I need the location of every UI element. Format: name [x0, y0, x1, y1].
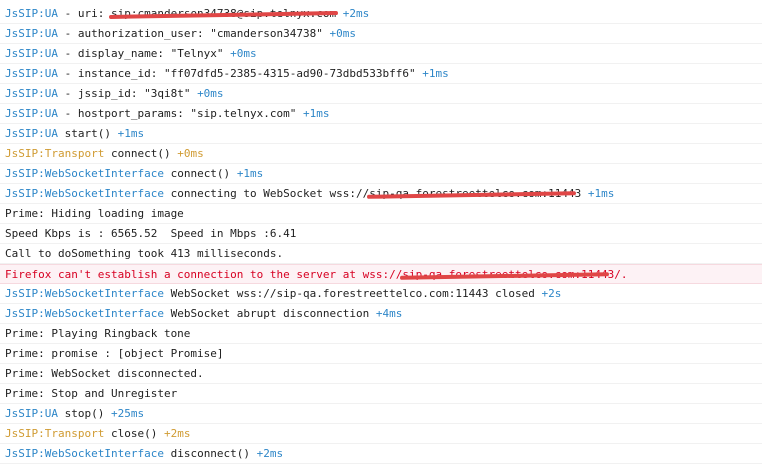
- console-log-row[interactable]: Call to doSomething took 413 millisecond…: [0, 244, 762, 264]
- log-message: - display_name: "Telnyx": [57, 47, 231, 60]
- console-log-row[interactable]: Prime: Stop and Unregister: [0, 384, 762, 404]
- log-message: Prime: Hiding loading image: [5, 207, 184, 220]
- console-log-row[interactable]: JsSIP:UA - authorization_user: "cmanders…: [0, 24, 762, 44]
- redacted-text: sip-qa.forestreettelco.com:1144: [402, 265, 607, 283]
- log-message: WebSocket abrupt disconnection: [163, 307, 376, 320]
- log-message: Firefox can't establish a connection to …: [5, 268, 403, 281]
- log-timestamp: +0ms: [230, 47, 257, 60]
- log-timestamp: +1ms: [236, 167, 264, 180]
- log-message-tail: 3: [574, 187, 588, 200]
- redacted-text: sip:cmanderson34738@sip.telnyx.com: [111, 4, 336, 23]
- log-timestamp: +0ms: [177, 147, 204, 160]
- log-namespace: JsSIP:Transport: [5, 427, 105, 440]
- log-message: Call to doSomething took 413 millisecond…: [5, 247, 284, 260]
- console-error-row[interactable]: Firefox can't establish a connection to …: [0, 264, 762, 284]
- console-log-row[interactable]: Prime: Hiding loading image: [0, 204, 762, 224]
- log-namespace: JsSIP:UA: [5, 67, 58, 80]
- console-log-row[interactable]: JsSIP:UA start() +1ms: [0, 124, 762, 144]
- console-log-row[interactable]: JsSIP:UA - hostport_params: "sip.telnyx.…: [0, 104, 762, 124]
- log-namespace: JsSIP:UA: [5, 107, 58, 120]
- log-message: connect(): [163, 167, 237, 180]
- console-log-row[interactable]: JsSIP:Transport close() +2ms: [0, 424, 762, 444]
- log-message: connecting to WebSocket wss://: [163, 187, 370, 200]
- log-namespace: JsSIP:UA: [5, 27, 58, 40]
- log-namespace: JsSIP:WebSocketInterface: [5, 447, 164, 460]
- log-message: WebSocket wss://sip-qa.forestreettelco.c…: [163, 287, 542, 300]
- console-log-row[interactable]: JsSIP:WebSocketInterface WebSocket wss:/…: [0, 284, 762, 304]
- log-message: - hostport_params: "sip.telnyx.com": [57, 107, 304, 120]
- log-timestamp: +1ms: [303, 107, 330, 120]
- log-message: - authorization_user: "cmanderson34738": [57, 27, 330, 40]
- console-log-row[interactable]: JsSIP:UA stop() +25ms: [0, 404, 762, 424]
- log-namespace: JsSIP:UA: [5, 87, 58, 100]
- log-timestamp: +1ms: [422, 67, 449, 80]
- console-log-row[interactable]: JsSIP:UA - display_name: "Telnyx" +0ms: [0, 44, 762, 64]
- log-message: start(): [57, 127, 118, 140]
- log-namespace: JsSIP:UA: [5, 47, 58, 60]
- console-log-row[interactable]: JsSIP:WebSocketInterface disconnect() +2…: [0, 444, 762, 464]
- log-timestamp: +2ms: [342, 7, 370, 20]
- console-log-row[interactable]: Prime: Playing Ringback tone: [0, 324, 762, 344]
- log-timestamp: +25ms: [110, 407, 145, 420]
- console-log: JsSIP:UA - uri: sip:cmanderson34738@sip.…: [0, 0, 762, 464]
- console-log-row[interactable]: JsSIP:WebSocketInterface WebSocket abrup…: [0, 304, 762, 324]
- redacted-text: sip-qa.forestreettelco.com:1144: [369, 184, 574, 203]
- log-namespace: JsSIP:WebSocketInterface: [5, 287, 164, 300]
- log-message: Speed Kbps is : 6565.52 Speed in Mbps :6…: [5, 227, 297, 240]
- console-log-row[interactable]: JsSIP:WebSocketInterface connect() +1ms: [0, 164, 762, 184]
- log-timestamp: +2ms: [256, 447, 284, 460]
- log-message: connect(): [104, 147, 178, 160]
- log-message-tail: 3/.: [607, 268, 628, 281]
- log-message: stop(): [57, 407, 111, 420]
- log-namespace: JsSIP:WebSocketInterface: [5, 167, 164, 180]
- console-log-row[interactable]: JsSIP:UA - uri: sip:cmanderson34738@sip.…: [0, 4, 762, 24]
- console-log-row[interactable]: JsSIP:UA - jssip_id: "3qi8t" +0ms: [0, 84, 762, 104]
- log-timestamp: +1ms: [117, 127, 145, 140]
- console-log-row[interactable]: Speed Kbps is : 6565.52 Speed in Mbps :6…: [0, 224, 762, 244]
- console-log-row[interactable]: Prime: WebSocket disconnected.: [0, 364, 762, 384]
- log-namespace: JsSIP:Transport: [5, 147, 105, 160]
- console-log-row[interactable]: JsSIP:UA - instance_id: "ff07dfd5-2385-4…: [0, 64, 762, 84]
- log-message: Prime: WebSocket disconnected.: [5, 367, 204, 380]
- log-message: Prime: promise : [object Promise]: [5, 347, 224, 360]
- console-log-row[interactable]: JsSIP:Transport connect() +0ms: [0, 144, 762, 164]
- log-namespace: JsSIP:UA: [5, 7, 58, 20]
- log-message: close(): [104, 427, 164, 440]
- log-timestamp: +2s: [541, 287, 562, 300]
- log-message: disconnect(): [163, 447, 257, 460]
- log-message: Prime: Playing Ringback tone: [5, 327, 191, 340]
- log-namespace: JsSIP:UA: [5, 127, 58, 140]
- log-namespace: JsSIP:WebSocketInterface: [5, 307, 164, 320]
- log-message: - jssip_id: "3qi8t": [57, 87, 198, 100]
- console-log-row[interactable]: Prime: promise : [object Promise]: [0, 344, 762, 364]
- log-timestamp: +1ms: [587, 187, 615, 200]
- log-timestamp: +0ms: [329, 27, 357, 40]
- log-timestamp: +0ms: [197, 87, 224, 100]
- log-message: Prime: Stop and Unregister: [5, 387, 178, 400]
- log-namespace: JsSIP:WebSocketInterface: [5, 187, 164, 200]
- console-log-row[interactable]: JsSIP:WebSocketInterface connecting to W…: [0, 184, 762, 204]
- log-timestamp: +4ms: [375, 307, 403, 320]
- log-timestamp: +2ms: [163, 427, 191, 440]
- log-namespace: JsSIP:UA: [5, 407, 58, 420]
- log-message: - uri:: [57, 7, 111, 20]
- log-message: - instance_id: "ff07dfd5-2385-4315-ad90-…: [57, 67, 423, 80]
